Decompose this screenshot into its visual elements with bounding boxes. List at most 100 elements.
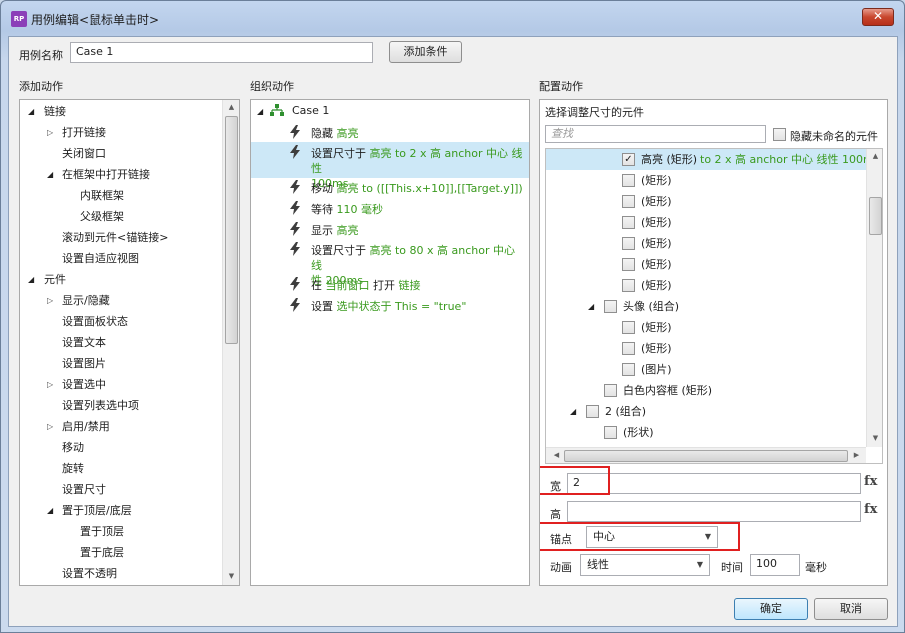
action-item[interactable]: 在 当前窗口 打开 链接 — [311, 278, 526, 293]
search-input[interactable]: 查找 — [545, 125, 766, 143]
collapsed-icon[interactable]: ▷ — [47, 290, 53, 311]
collapsed-icon[interactable]: ▷ — [47, 122, 53, 143]
widget-tree-row[interactable]: ◢ 头像 (组合) — [546, 296, 866, 317]
widget-tree-row[interactable]: (矩形) — [546, 233, 866, 254]
add-action-item[interactable]: 滚动到元件<锚链接> — [20, 227, 220, 248]
add-action-item[interactable]: 设置面板状态 — [20, 311, 220, 332]
add-action-item[interactable]: 旋转 — [20, 458, 220, 479]
widget-checkbox[interactable] — [622, 195, 635, 208]
width-input[interactable]: 2 — [567, 473, 861, 494]
add-action-item[interactable]: ◢ 链接 — [20, 101, 220, 122]
widget-checkbox[interactable] — [622, 258, 635, 271]
widget-tree-row[interactable]: ✓ 高亮 (矩形) to 2 x 高 anchor 中心 线性 100ms — [546, 149, 879, 170]
animation-select[interactable]: 线性 ▼ — [580, 554, 710, 576]
widget-tree-scrollbar[interactable]: ▲ ▼ — [866, 149, 882, 447]
action-item[interactable]: 设置 选中状态于 This = "true" — [311, 299, 526, 314]
scroll-down-arrow-icon[interactable]: ▼ — [223, 572, 239, 580]
widget-tree-row[interactable]: (形状) — [546, 422, 866, 443]
action-item[interactable]: 隐藏 高亮 — [311, 126, 526, 141]
add-action-item[interactable]: ◢ 元件 — [20, 269, 220, 290]
add-action-item[interactable]: 置于底层 — [20, 542, 220, 563]
add-action-item[interactable]: 内联框架 — [20, 185, 220, 206]
action-item[interactable]: 等待 110 毫秒 — [311, 202, 526, 217]
lightning-bolt-icon — [290, 180, 300, 194]
add-action-item[interactable]: 设置图片 — [20, 353, 220, 374]
scroll-thumb[interactable] — [225, 116, 238, 344]
hide-unnamed-checkbox[interactable] — [773, 128, 786, 141]
collapsed-icon[interactable]: ▷ — [47, 416, 53, 437]
add-action-item[interactable]: 设置尺寸 — [20, 479, 220, 500]
add-action-item[interactable]: 设置自适应视图 — [20, 248, 220, 269]
add-action-item[interactable]: ▷ 启用/禁用 — [20, 416, 220, 437]
widget-checkbox[interactable] — [604, 426, 617, 439]
widget-tree-row[interactable]: (矩形) — [546, 317, 866, 338]
add-action-item[interactable]: ▷ 设置选中 — [20, 374, 220, 395]
widget-checkbox[interactable] — [604, 300, 617, 313]
widget-checkbox[interactable] — [622, 237, 635, 250]
add-action-item[interactable]: 父级框架 — [20, 206, 220, 227]
add-action-item[interactable]: 设置不透明 — [20, 563, 220, 584]
widget-checkbox[interactable] — [622, 363, 635, 376]
widget-checkbox[interactable] — [622, 321, 635, 334]
height-input[interactable] — [567, 501, 861, 522]
add-action-label: 置于顶层/底层 — [62, 504, 132, 517]
cancel-button[interactable]: 取消 — [814, 598, 888, 620]
add-action-item[interactable]: 关闭窗口 — [20, 143, 220, 164]
widget-tree-row[interactable]: ◢ 2 (组合) — [546, 401, 866, 422]
widget-tree-row[interactable]: (矩形) — [546, 212, 866, 233]
action-item[interactable]: 移动 高亮 to ([[This.x+10]],[[Target.y]]) — [311, 181, 526, 196]
widget-checkbox[interactable] — [586, 405, 599, 418]
add-action-item[interactable]: ▷ 打开链接 — [20, 122, 220, 143]
scroll-left-arrow-icon[interactable]: ◀ — [548, 451, 565, 459]
expanded-icon[interactable]: ◢ — [47, 500, 53, 521]
expand-case-icon[interactable]: ◢ — [257, 107, 263, 116]
action-item[interactable]: 显示 高亮 — [311, 223, 526, 238]
left-scrollbar[interactable]: ▲ ▼ — [222, 100, 239, 585]
widget-checkbox[interactable] — [622, 216, 635, 229]
time-input[interactable]: 100 — [750, 554, 800, 576]
widget-tree-row[interactable]: (矩形) — [546, 338, 866, 359]
add-action-item[interactable]: 移动 — [20, 437, 220, 458]
add-action-item[interactable]: 置于顶层 — [20, 521, 220, 542]
add-condition-button[interactable]: 添加条件 — [389, 41, 462, 63]
widget-tree-row[interactable]: (图片) — [546, 359, 866, 380]
widget-checkbox[interactable] — [604, 384, 617, 397]
lightning-bolt-icon — [290, 277, 300, 291]
scroll-up-arrow-icon[interactable]: ▲ — [867, 152, 882, 160]
expanded-icon[interactable]: ◢ — [28, 269, 34, 290]
widget-tree-row[interactable]: 白色内容框 (矩形) — [546, 380, 866, 401]
hscroll-thumb[interactable] — [564, 450, 848, 462]
widget-tree-row[interactable]: (矩形) — [546, 191, 866, 212]
add-action-label: 置于底层 — [80, 546, 124, 559]
height-fx-button[interactable]: fx — [864, 502, 877, 517]
width-fx-button[interactable]: fx — [864, 474, 877, 489]
expanded-icon[interactable]: ◢ — [588, 296, 594, 317]
widget-checkbox[interactable] — [622, 342, 635, 355]
add-action-item[interactable]: ◢ 置于顶层/底层 — [20, 500, 220, 521]
add-action-item[interactable]: ▷ 显示/隐藏 — [20, 290, 220, 311]
scroll-down-arrow-icon[interactable]: ▼ — [867, 434, 882, 442]
widget-checkbox[interactable] — [622, 279, 635, 292]
add-action-item[interactable]: 设置列表选中项 — [20, 395, 220, 416]
add-action-item[interactable]: 设置文本 — [20, 332, 220, 353]
expanded-icon[interactable]: ◢ — [570, 401, 576, 422]
close-button[interactable]: ✕ — [862, 8, 894, 26]
case-name-input[interactable]: Case 1 — [70, 42, 373, 63]
widget-tree-row[interactable]: (矩形) — [546, 170, 866, 191]
action-verb: 打开 — [373, 279, 395, 292]
collapsed-icon[interactable]: ▷ — [47, 374, 53, 395]
expanded-icon[interactable]: ◢ — [47, 164, 53, 185]
expanded-icon[interactable]: ◢ — [28, 101, 34, 122]
ok-button[interactable]: 确定 — [734, 598, 808, 620]
configure-action-panel: 选择调整尺寸的元件 查找 隐藏未命名的元件 ✓ 高亮 (矩形) to 2 x 高 a… — [539, 99, 888, 586]
scroll-thumb[interactable] — [869, 197, 882, 235]
action-verb: 显示 — [311, 224, 333, 237]
widget-checkbox[interactable] — [622, 174, 635, 187]
widget-tree-row[interactable]: (矩形) — [546, 254, 866, 275]
widget-tree-row[interactable]: (矩形) — [546, 275, 866, 296]
widget-checkbox[interactable]: ✓ — [622, 153, 635, 166]
scroll-right-arrow-icon[interactable]: ▶ — [848, 451, 865, 459]
widget-tree-hscrollbar[interactable]: ◀ ▶ — [546, 447, 866, 463]
scroll-up-arrow-icon[interactable]: ▲ — [223, 103, 239, 111]
add-action-item[interactable]: ◢ 在框架中打开链接 — [20, 164, 220, 185]
